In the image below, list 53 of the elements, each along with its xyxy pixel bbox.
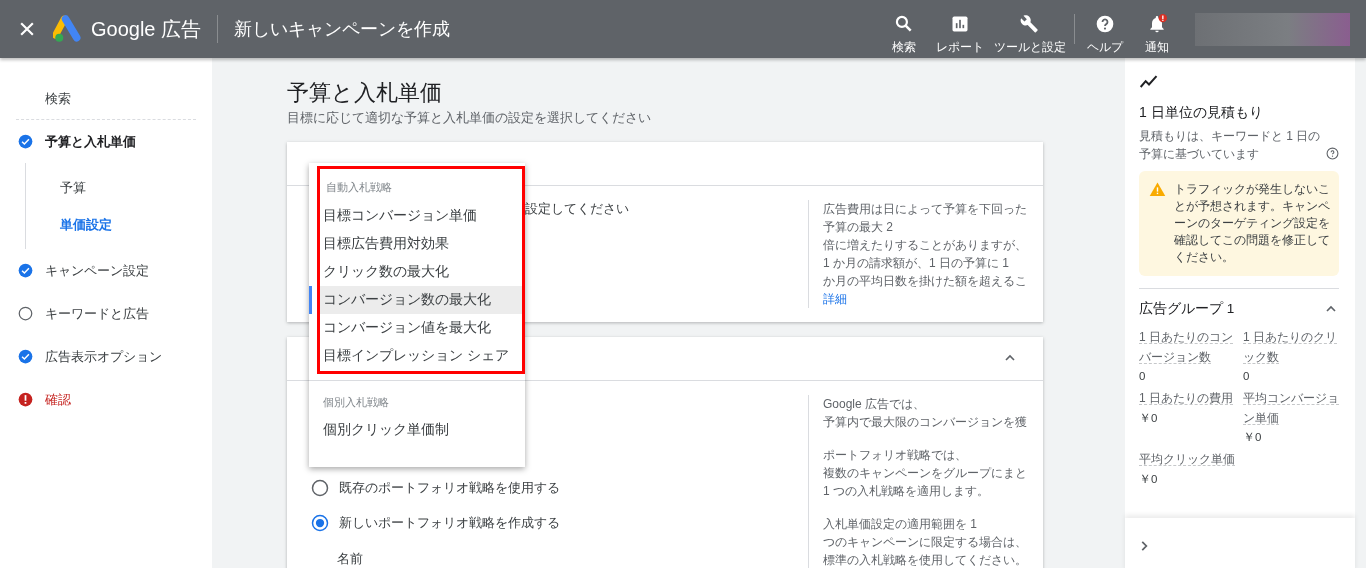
instruction-text: 設定してください: [525, 200, 629, 216]
help-text: 入札単価設定の適用範囲を 1 つのキャンペーンに限定する場合は、 標準の入札戦略を使用してください。: [823, 515, 1028, 568]
sidebar-subitem[interactable]: 予算: [26, 169, 86, 206]
section-title: 予算と入札単価: [287, 79, 443, 107]
toolbar-button[interactable]: 通知: [1131, 14, 1183, 56]
metric-label: 1 日あたりのクリック数: [1243, 330, 1337, 364]
help-text: ポートフォリオ戦略では、 複数のキャンペーンをグループにまと 1 つの入札戦略を適用します。: [823, 446, 1028, 500]
metric-label: 1 日あたりのコンバージョン数: [1139, 330, 1233, 364]
sidebar-item[interactable]: 広告表示オプション: [0, 335, 162, 378]
page-title: 新しいキャンペーンを作成: [234, 17, 451, 41]
menu-item[interactable]: クリック数の最大化: [320, 257, 449, 286]
menu-item[interactable]: コンバージョン値を最大化: [320, 313, 491, 342]
radio-option[interactable]: 新しいポートフォリオ戦略を作成する: [311, 505, 560, 541]
help-text: Google 広告では、 予算内で最大限のコンバージョンを獲: [823, 395, 1028, 431]
estimate-description: 見積もりは、キーワードと 1 日の予算に基づいています: [1139, 127, 1322, 163]
sidebar-subitem[interactable]: 単価設定: [26, 206, 112, 243]
toolbar-button[interactable]: ツールと設定: [990, 14, 1070, 56]
ad-group-title: 広告グループ 1: [1139, 299, 1235, 318]
metric-value: ￥0: [1243, 430, 1263, 445]
metric-label: 1 日あたりの費用: [1139, 391, 1233, 406]
metric-label: 平均クリック単価: [1139, 452, 1235, 467]
toolbar-button[interactable]: ヘルプ: [1079, 14, 1131, 56]
menu-group-heading: 個別入札戦略: [322, 394, 390, 410]
help-outline-icon: [1326, 146, 1339, 160]
warning-icon: [1149, 180, 1166, 198]
menu-item[interactable]: 目標インプレッション シェア: [320, 341, 509, 370]
ads-logo-icon: [53, 14, 83, 44]
metric-label: 平均コンバージョン単価: [1243, 391, 1339, 425]
warning-text: トラフィックが発生しないことが予想されます。キャンペーンのターゲティング設定を確認してこの問題を修正してください。: [1174, 181, 1331, 265]
section-subtitle: 目標に応じて適切な予算と入札単価の設定を選択してください: [287, 109, 652, 127]
details-link[interactable]: 詳細: [823, 291, 847, 306]
metric-value: ￥0: [1139, 410, 1159, 425]
metric-value: 0: [1139, 369, 1147, 384]
sidebar-item[interactable]: 確認: [0, 378, 71, 421]
menu-group-heading: 自動入札戦略: [325, 180, 393, 195]
menu-item[interactable]: 個別クリック単価制: [309, 416, 525, 445]
metric-value: ￥0: [1139, 471, 1159, 486]
radio-option[interactable]: 既存のポートフォリオ戦略を使用する: [311, 470, 560, 506]
field-label: 名前: [337, 549, 363, 568]
menu-item[interactable]: 目標広告費用対効果: [320, 229, 449, 258]
sidebar-item[interactable]: キーワードと広告: [0, 292, 149, 335]
selection-bar: [309, 285, 312, 314]
menu-item[interactable]: 目標コンバージョン単価: [320, 201, 477, 230]
sidebar-item[interactable]: 検索: [0, 79, 71, 119]
sidebar-item[interactable]: キャンペーン設定: [0, 249, 149, 292]
menu-item[interactable]: コンバージョン数の最大化: [320, 285, 522, 314]
sidebar-item[interactable]: 予算と入札単価: [0, 120, 136, 163]
panel-title: 1 日単位の見積もり: [1139, 104, 1264, 121]
brand-name: Google 広告: [91, 17, 202, 42]
toolbar-button[interactable]: 検索: [878, 14, 930, 56]
metric-value: 0: [1243, 369, 1251, 384]
help-text: 広告費用は日によって予算を下回った 予算の最大 2 倍に増えたりすることがありますが、 1 か月の請求額が、1 日の予算に 1 か月の平均日数を掛けた額を超えるこ 詳細: [808, 199, 1043, 308]
toolbar-button[interactable]: レポート: [930, 14, 990, 56]
